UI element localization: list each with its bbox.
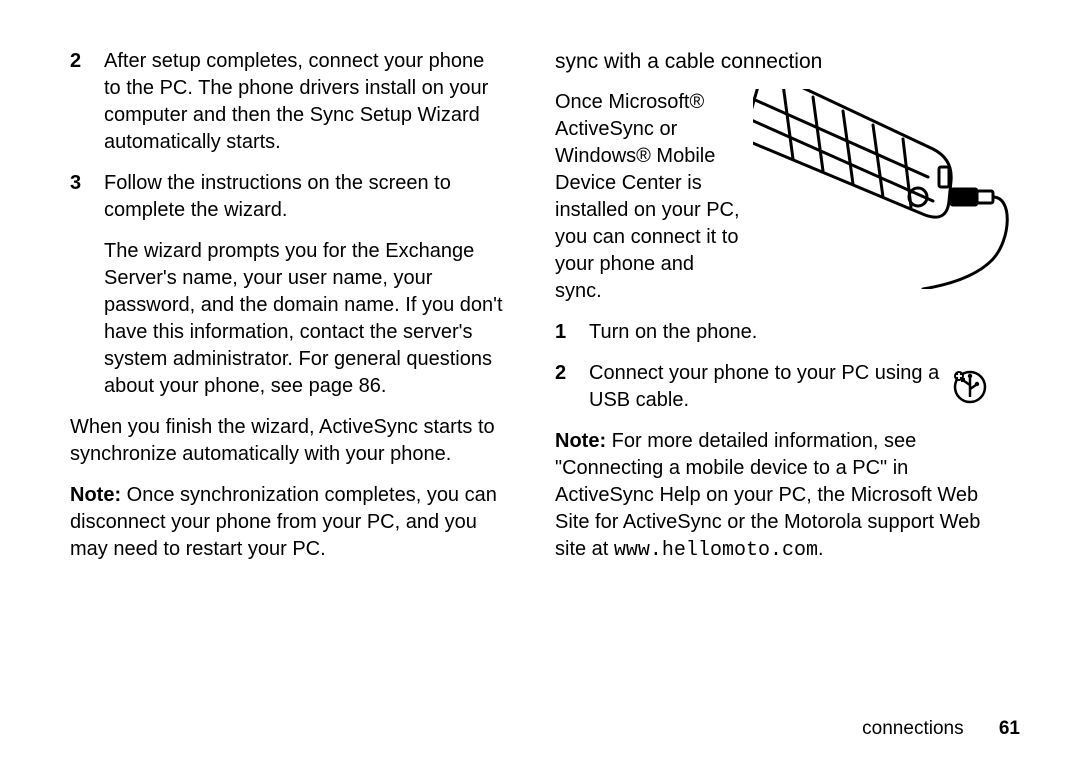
step-3-detail: The wizard prompts you for the Exchange … [104,238,505,400]
usb-sync-icon [950,360,990,414]
intro-text: Once Microsoft® ActiveSync or Windows® M… [555,89,745,305]
phone-usb-illustration [745,89,1013,305]
manual-page: 2 After setup completes, connect your ph… [0,0,1080,764]
step-number: 2 [70,48,104,156]
step-text: Turn on the phone. [589,319,990,346]
note-paragraph-right: Note: For more detailed information, see… [555,428,990,564]
step-1-right: 1 Turn on the phone. [555,319,990,346]
note-label: Note: [555,430,606,452]
note-url: www.hellomoto.com [614,539,818,562]
step-2: 2 After setup completes, connect your ph… [70,48,505,156]
section-name: connections [862,718,963,739]
note-body-b: . [818,538,824,560]
note-label: Note: [70,484,121,506]
step-text: Follow the instructions on the screen to… [104,170,505,224]
page-footer: connections 61 [862,718,1020,740]
intro-block: Once Microsoft® ActiveSync or Windows® M… [555,89,990,305]
step-number: 2 [555,360,589,414]
step-number: 1 [555,319,589,346]
note-paragraph: Note: Once synchronization completes, yo… [70,482,505,563]
page-number: 61 [999,718,1020,739]
finish-paragraph: When you finish the wizard, ActiveSync s… [70,414,505,468]
right-column: sync with a cable connection Once Micros… [530,48,990,724]
step-2-right: 2 Connect your phone to your PC using a … [555,360,990,414]
step-number: 3 [70,170,104,224]
step-3: 3 Follow the instructions on the screen … [70,170,505,224]
phone-cable-icon [753,89,1013,289]
step-text: Connect your phone to your PC using a US… [589,360,950,414]
section-heading: sync with a cable connection [555,48,990,75]
step-text: After setup completes, connect your phon… [104,48,505,156]
left-column: 2 After setup completes, connect your ph… [70,48,530,724]
note-body: Once synchronization completes, you can … [70,484,497,560]
